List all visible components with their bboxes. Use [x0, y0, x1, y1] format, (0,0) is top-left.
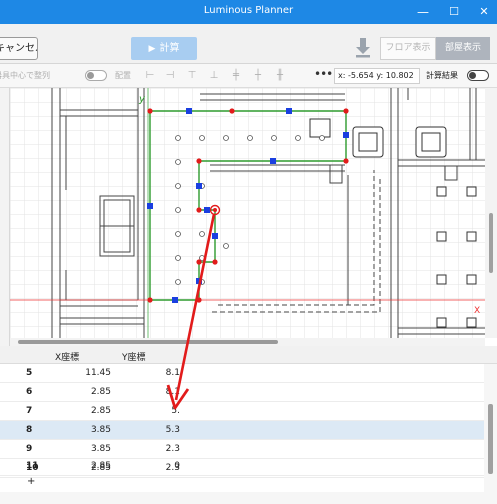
table-vscroll-thumb[interactable] [488, 404, 493, 474]
add-row-icon[interactable]: + [27, 476, 35, 487]
table-row[interactable]: 6 2.85 8.1 [0, 383, 484, 402]
align-center-icon[interactable]: ╪ [230, 70, 242, 82]
row-index: 6 [26, 387, 33, 397]
x-cell[interactable]: 3.85 [55, 425, 111, 435]
add-row[interactable]: + [0, 475, 484, 492]
calculate-label: 計算 [159, 43, 180, 54]
coordinate-readout: x: -5.654 y: 10.802 [334, 68, 420, 84]
coord-y-label: y: [376, 71, 384, 80]
x-coordinate-header: X座標 [55, 353, 80, 363]
floor-plan-canvas[interactable]: y X [10, 88, 485, 338]
row-index: 7 [26, 406, 33, 416]
distribute-vertical-icon[interactable]: ╫ [274, 70, 286, 82]
table-row-selected[interactable]: 8 3.85 5.3 [0, 421, 484, 440]
canvas-vscroll-thumb[interactable] [489, 213, 493, 273]
coord-y-value: 10.802 [385, 71, 414, 80]
coord-x-value: -5.654 [347, 71, 374, 80]
main-toolbar: キャンセル ▶計算 フロア表示 部屋表示 [0, 24, 497, 64]
coordinate-table: X座標 Y座標 5 11.45 8.1 6 2.85 8.1 7 2.85 5.… [0, 346, 497, 504]
arrange-label: 配置 [115, 71, 131, 80]
y-cell[interactable]: 5. [122, 406, 180, 416]
play-icon: ▶ [148, 44, 156, 54]
y-axis-label: y [138, 94, 146, 105]
center-align-label: 器具中心で整列 [0, 71, 50, 80]
row-index: 5 [26, 368, 33, 378]
row-index: 8 [26, 425, 33, 435]
maximize-button[interactable]: ☐ [439, 0, 469, 24]
align-left-icon[interactable]: ⊢ [144, 70, 156, 82]
x-cell[interactable]: 2.85 [55, 387, 111, 397]
canvas-hscroll-thumb[interactable] [18, 340, 278, 344]
table-horizontal-scrollbar[interactable] [0, 492, 484, 504]
table-row[interactable]: 5 11.45 8.1 [0, 364, 484, 383]
minimize-button[interactable]: — [408, 0, 438, 24]
y-cell[interactable]: 5.3 [122, 425, 180, 435]
left-panel-edge [0, 88, 10, 346]
y-coordinate-header: Y座標 [122, 353, 146, 363]
x-cell[interactable]: 11.45 [55, 368, 111, 378]
row-index: 9 [26, 444, 33, 454]
x-cell[interactable]: 2.85 [55, 461, 111, 471]
y-cell[interactable]: 8.1 [122, 387, 180, 397]
table-header: X座標 Y座標 [0, 346, 497, 364]
floor-plan-drawing[interactable]: y X [10, 88, 485, 338]
selected-vertex-dot[interactable] [213, 208, 217, 212]
floor-view-button[interactable]: フロア表示 [380, 37, 436, 60]
align-right-icon[interactable]: ⊣ [164, 70, 176, 82]
sub-toolbar: 器具中心で整列 配置 ⊢ ⊣ ⊤ ⊥ ╪ ┼ ╫ ••• x: -5.654 y… [0, 64, 497, 88]
canvas-horizontal-scrollbar[interactable] [10, 338, 485, 346]
y-cell[interactable]: 2.3 [122, 444, 180, 454]
table-vertical-scrollbar[interactable] [484, 364, 497, 504]
canvas-vertical-scrollbar[interactable] [485, 88, 497, 338]
x-axis-label: X [474, 306, 480, 316]
align-top-icon[interactable]: ⊤ [186, 70, 198, 82]
cancel-button[interactable]: キャンセル [0, 37, 38, 60]
room-view-button[interactable]: 部屋表示 [436, 37, 490, 60]
y-cell[interactable]: 8.1 [122, 368, 180, 378]
calculate-button[interactable]: ▶ 計算 [131, 37, 197, 60]
table-row[interactable]: 11 2.85 0 [0, 457, 484, 476]
table-row[interactable]: 7 2.85 5. [0, 402, 484, 421]
x-cell[interactable]: 2.85 [55, 406, 111, 416]
center-align-toggle[interactable] [85, 70, 107, 81]
calc-result-label: 計算結果 [426, 71, 458, 80]
x-cell[interactable]: 3.85 [55, 444, 111, 454]
y-cell[interactable]: 0 [122, 461, 180, 471]
close-button[interactable]: ✕ [469, 0, 497, 24]
row-index: 11 [26, 461, 39, 471]
title-bar: Luminous Planner — ☐ ✕ [0, 0, 497, 24]
more-icon[interactable]: ••• [314, 67, 333, 81]
coord-x-label: x: [338, 71, 346, 80]
align-bottom-icon[interactable]: ⊥ [208, 70, 220, 82]
calc-result-toggle[interactable] [467, 70, 489, 81]
download-icon[interactable] [355, 38, 371, 58]
distribute-horizontal-icon[interactable]: ┼ [252, 70, 264, 82]
